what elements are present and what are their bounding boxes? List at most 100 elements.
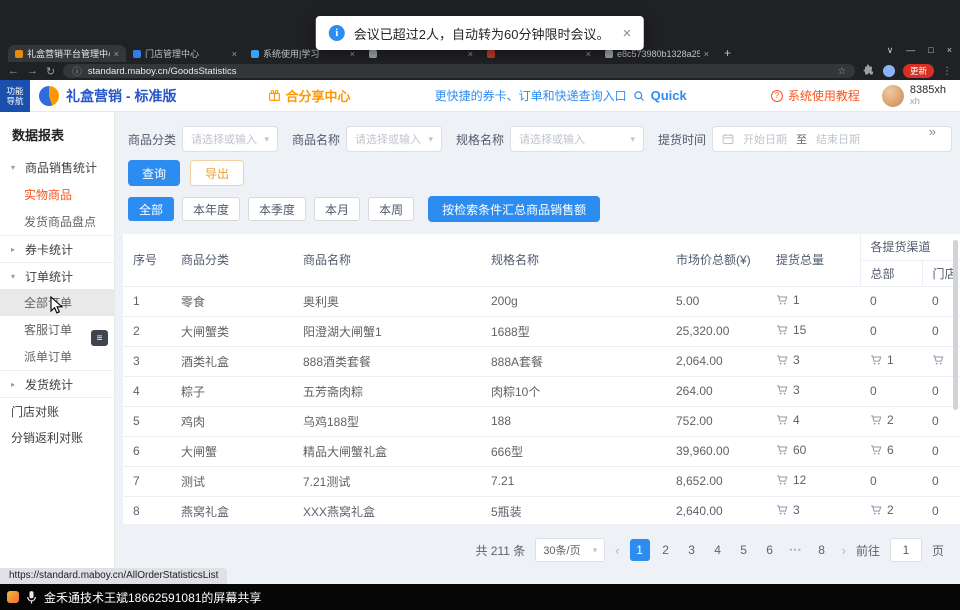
- sidebar-item[interactable]: 派单订单: [0, 343, 114, 370]
- spec-cell: 7.21: [481, 466, 666, 496]
- amount-cell: 8,652.00: [666, 466, 766, 496]
- page-button[interactable]: 8: [812, 539, 832, 561]
- sidebar-item[interactable]: 门店对账: [0, 397, 114, 424]
- table-row: 1零食奥利奥200g5.00100: [123, 286, 960, 316]
- sidebar-item-label: 全部订单: [24, 294, 72, 311]
- quick-filter-row: 全部本年度本季度本月本周 按检索条件汇总商品销售额: [128, 196, 960, 222]
- page-button[interactable]: 6: [760, 539, 780, 561]
- quick-filter-tab[interactable]: 本月: [314, 197, 360, 221]
- goto-page-input[interactable]: [890, 538, 922, 562]
- next-page-button[interactable]: ›: [842, 543, 846, 558]
- sidebar-item-label: 实物商品: [24, 186, 72, 203]
- tab-close-icon[interactable]: ×: [704, 49, 709, 59]
- user-profile[interactable]: 8385xh xh: [882, 85, 946, 107]
- product-name-select[interactable]: 请选择或输入 ▾: [346, 126, 442, 152]
- chevron-down-icon: ▾: [631, 134, 636, 145]
- pickup-date-range[interactable]: 开始日期 至 结束日期: [712, 126, 952, 152]
- tab-favicon-icon: [133, 50, 141, 58]
- cart-icon: [932, 354, 944, 366]
- amount-cell: 25,320.00: [666, 316, 766, 346]
- tab-close-icon[interactable]: ×: [468, 49, 473, 59]
- sidebar-item[interactable]: 发货商品盘点: [0, 208, 114, 235]
- headquarters-cell: 2: [860, 496, 922, 524]
- sidebar-collapse-toggle[interactable]: ≡: [91, 330, 108, 346]
- category-select[interactable]: 请选择或输入 ▾: [182, 126, 278, 152]
- tab-favicon-icon: [251, 50, 259, 58]
- amount-cell: 264.00: [666, 376, 766, 406]
- sidebar-item[interactable]: ▸券卡统计: [0, 235, 114, 262]
- quick-filter-tab[interactable]: 本周: [368, 197, 414, 221]
- bookmark-star-icon[interactable]: ☆: [837, 66, 846, 77]
- search-button[interactable]: 查询: [128, 160, 180, 186]
- prev-page-button[interactable]: ‹: [615, 543, 619, 558]
- page-size-select[interactable]: 30条/页 ▾: [535, 538, 605, 562]
- tutorial-link[interactable]: ? 系统使用教程: [771, 87, 860, 104]
- quick-label: Quick: [651, 88, 687, 103]
- window-close-button[interactable]: ×: [947, 45, 952, 56]
- date-separator: 至: [796, 131, 807, 147]
- share-center-link[interactable]: 合分享中心: [268, 86, 350, 105]
- cart-icon: [776, 384, 788, 396]
- chrome-update-button[interactable]: 更新: [903, 64, 934, 78]
- quick-filter-tab[interactable]: 本季度: [248, 197, 306, 221]
- page-button[interactable]: 2: [656, 539, 676, 561]
- page-button[interactable]: •••: [786, 539, 806, 561]
- tab-close-icon[interactable]: ×: [114, 49, 119, 59]
- screenshot-root: 礼盒营销平台管理中心×门店管理中心×系统使用|学习×××e8c573980b13…: [0, 0, 960, 610]
- toast-close-icon[interactable]: ×: [622, 25, 631, 42]
- function-nav-toggle[interactable]: 功能 导航: [0, 80, 30, 112]
- url-omnibox[interactable]: ⓘ standard.maboy.cn/GoodsStatistics ☆: [63, 64, 855, 78]
- tab-close-icon[interactable]: ×: [232, 49, 237, 59]
- sidebar-item[interactable]: ▾订单统计: [0, 262, 114, 289]
- product-name-cell: 奥利奥: [293, 286, 481, 316]
- chevron-right-icon: ▸: [11, 380, 20, 389]
- back-icon[interactable]: ←: [8, 65, 19, 77]
- page-button[interactable]: 4: [708, 539, 728, 561]
- spec-select[interactable]: 请选择或输入 ▾: [510, 126, 644, 152]
- spec-select-placeholder: 请选择或输入: [519, 131, 585, 147]
- new-tab-button[interactable]: +: [724, 46, 731, 60]
- app-header: 功能 导航 礼盒营销 - 标准版 合分享中心 更快捷的券卡、订单和快递查询入口 …: [0, 80, 960, 112]
- main-content: » 商品分类 请选择或输入 ▾ 商品名称 请选择或输入 ▾ 规格名称 请选择或输…: [115, 112, 960, 584]
- table-row: 3酒类礼盒888酒类套餐888A套餐2,064.0031: [123, 346, 960, 376]
- site-info-icon[interactable]: ⓘ: [72, 64, 82, 78]
- panel-collapse-icon[interactable]: »: [929, 124, 936, 139]
- summary-button[interactable]: 按检索条件汇总商品销售额: [428, 196, 600, 222]
- meeting-toast: i 会议已超过2人，自动转为60分钟限时会议。 ×: [316, 16, 644, 50]
- col-category: 商品分类: [171, 234, 293, 286]
- tab-close-icon[interactable]: ×: [586, 49, 591, 59]
- extensions-puzzle-icon[interactable]: [863, 64, 875, 79]
- spec-cell: 188: [481, 406, 666, 436]
- scrollbar-thumb[interactable]: [953, 240, 958, 410]
- browser-profile-avatar[interactable]: [883, 65, 895, 77]
- window-maximize-button[interactable]: □: [928, 45, 933, 56]
- chevron-down-icon: ▾: [264, 134, 269, 145]
- page-button[interactable]: 3: [682, 539, 702, 561]
- tab-search-icon[interactable]: ∨: [887, 45, 894, 56]
- share-center-label: 合分享中心: [285, 86, 350, 105]
- category-cell: 大闸蟹类: [171, 316, 293, 346]
- sidebar-item[interactable]: ▸ 发货统计: [0, 370, 114, 397]
- sidebar-item[interactable]: ▾商品销售统计: [0, 154, 114, 181]
- reload-icon[interactable]: ↻: [46, 65, 55, 78]
- tab-close-icon[interactable]: ×: [350, 49, 355, 59]
- export-button[interactable]: 导出: [190, 160, 244, 186]
- page-size-value: 30条/页: [543, 542, 580, 558]
- sidebar-item-label: 发货统计: [25, 376, 73, 393]
- browser-tab[interactable]: 礼盒营销平台管理中心×: [8, 45, 126, 62]
- tab-title: 门店管理中心: [145, 47, 228, 60]
- sidebar-item[interactable]: 实物商品: [0, 181, 114, 208]
- sidebar-item[interactable]: 分销返利对账: [0, 424, 114, 451]
- forward-icon[interactable]: →: [27, 65, 38, 77]
- quick-filter-tab[interactable]: 全部: [128, 197, 174, 221]
- browser-menu-icon[interactable]: ⋮: [942, 66, 952, 77]
- row-index-cell: 1: [123, 286, 171, 316]
- url-text: standard.maboy.cn/GoodsStatistics: [88, 66, 832, 77]
- quick-entry-link[interactable]: 更快捷的券卡、订单和快递查询入口 Quick: [435, 87, 687, 104]
- page-button[interactable]: 5: [734, 539, 754, 561]
- browser-tab[interactable]: 门店管理中心 ×: [126, 45, 244, 62]
- window-minimize-button[interactable]: —: [906, 45, 915, 56]
- page-button[interactable]: 1: [630, 539, 650, 561]
- quick-filter-tab[interactable]: 本年度: [182, 197, 240, 221]
- results-table-card: 序号 商品分类 商品名称 规格名称 市场价总额(¥) 提货总量 各提货渠道 总部…: [123, 234, 960, 524]
